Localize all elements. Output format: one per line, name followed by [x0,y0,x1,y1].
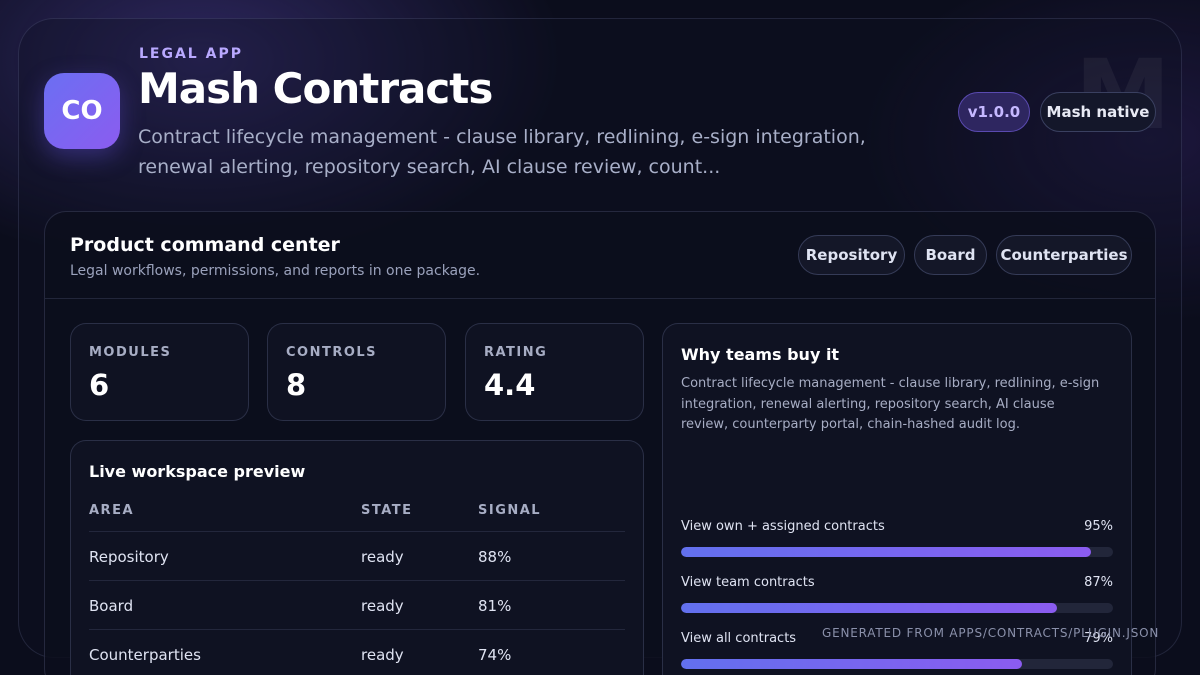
tab-counterparties[interactable]: Counterparties [996,235,1132,275]
cell-state: ready [361,597,404,615]
permission-bar-fill [681,547,1092,557]
table-row: Counterparties ready 74% [89,629,625,675]
native-badge: Mash native [1040,92,1156,132]
permission-percent: 95% [1084,519,1113,534]
command-center-panel: Product command center Legal workflows, … [44,211,1156,675]
cell-state: ready [361,646,404,664]
permission-bar-fill [681,603,1057,613]
app-icon: CO [44,73,120,149]
stat-card-controls: CONTROLS 8 [267,323,446,421]
cell-area: Repository [89,548,169,566]
version-badge: v1.0.0 [958,92,1030,132]
stat-label: CONTROLS [286,345,378,360]
stat-card-rating: RATING 4.4 [465,323,644,421]
permission-label: View all contracts [681,631,797,646]
stat-value: 8 [286,368,307,402]
tab-repository[interactable]: Repository [798,235,905,275]
permission-label: View team contracts [681,575,815,590]
stat-value: 4.4 [484,368,536,402]
stat-label: MODULES [89,345,172,360]
preview-title: Live workspace preview [89,462,306,481]
cell-signal: 74% [478,646,512,664]
panel-title: Product command center [70,234,340,256]
permission-bar-fill [681,659,1023,669]
permission-label: View own + assigned contracts [681,519,885,534]
cell-signal: 81% [478,597,512,615]
stat-value: 6 [89,368,110,402]
stat-card-modules: MODULES 6 [70,323,249,421]
tab-board[interactable]: Board [914,235,987,275]
permission-bar-track [681,547,1113,557]
panel-divider [45,298,1155,299]
column-header-state: STATE [361,503,413,518]
table-row: Board ready 81% [89,580,625,629]
page-title: Mash Contracts [138,64,493,113]
workspace-preview: Live workspace preview AREA STATE SIGNAL… [70,440,644,675]
permission-bar-track [681,603,1113,613]
cell-state: ready [361,548,404,566]
panel-subtitle: Legal workflows, permissions, and report… [70,263,481,279]
why-teams-buy-card: Why teams buy it Contract lifecycle mana… [662,323,1132,675]
table-row: Repository ready 88% [89,531,625,580]
cell-area: Board [89,597,134,615]
why-title: Why teams buy it [681,345,840,364]
generated-source-note: GENERATED FROM APPS/CONTRACTS/PLUGIN.JSO… [822,626,1160,640]
cell-signal: 88% [478,548,512,566]
why-description: Contract lifecycle management - clause l… [681,376,1100,432]
column-header-area: AREA [89,503,135,518]
app-description: Contract lifecycle management - clause l… [138,126,866,178]
column-header-signal: SIGNAL [478,503,542,518]
permission-percent: 87% [1084,575,1113,590]
cell-area: Counterparties [89,646,201,664]
stat-label: RATING [484,345,548,360]
app-category: LEGAL APP [139,46,243,62]
permission-bar-track [681,659,1113,669]
